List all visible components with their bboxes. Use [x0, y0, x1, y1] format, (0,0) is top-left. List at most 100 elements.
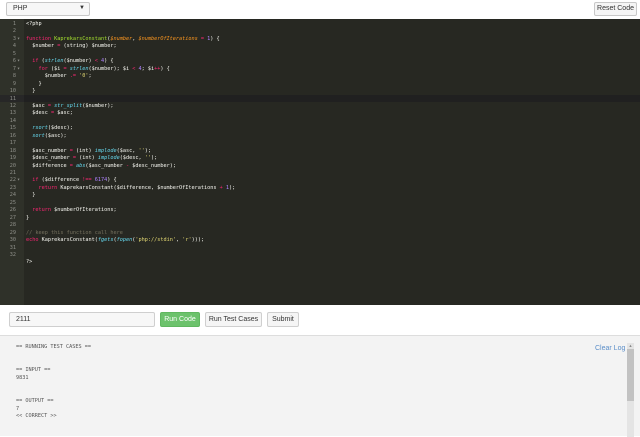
- scroll-up-icon[interactable]: ▲: [627, 343, 634, 348]
- code-line[interactable]: 5: [0, 51, 640, 59]
- code-text: $asc_number = (int) implode($asc, '');: [26, 147, 151, 154]
- output-console: == RUNNING TEST CASES == == INPUT == 9831 =…: [0, 335, 640, 437]
- console-line: == INPUT ==: [16, 367, 51, 374]
- code-line[interactable]: 3 ▾ function KaprekarsConstant($number, $n…: [0, 36, 640, 44]
- code-text: }: [26, 192, 36, 199]
- line-number: 1: [12, 21, 16, 27]
- run-controls: 2111 Run Code Run Test Cases Submit: [0, 305, 640, 335]
- fold-toggle-icon[interactable]: ▾: [17, 177, 20, 185]
- code-line[interactable]: 16 sort($asc);: [0, 133, 640, 141]
- line-number: 17: [9, 140, 16, 147]
- code-text: }: [26, 80, 42, 87]
- console-line: 7: [16, 405, 20, 412]
- line-number: 15: [9, 125, 16, 132]
- code-line[interactable]: 25: [0, 200, 640, 208]
- code-line[interactable]: 4 $number = (string) $number;: [0, 43, 640, 51]
- code-line[interactable]: 30 echo KaprekarsConstant(fgets(fopen('ph…: [0, 237, 640, 245]
- code-text: $desc_number = (int) implode($desc, '');: [26, 155, 158, 162]
- language-select[interactable]: PHP ▼: [6, 2, 90, 16]
- code-line[interactable]: 10 }: [0, 88, 640, 96]
- reset-code-button[interactable]: Reset Code: [594, 2, 637, 16]
- code-text: }: [26, 88, 36, 95]
- code-line[interactable]: 27}: [0, 215, 640, 223]
- code-editor[interactable]: 1 <?php 2 3 ▾ function KaprekarsConstant($num…: [0, 19, 640, 305]
- code-line[interactable]: 29 // keep this function call here: [0, 230, 640, 238]
- code-text: $desc = $asc;: [26, 110, 73, 117]
- scroll-thumb[interactable]: [627, 349, 634, 401]
- submit-button[interactable]: Submit: [267, 312, 299, 327]
- code-text: // keep this function call here: [26, 229, 123, 236]
- console-scrollbar[interactable]: ▲: [627, 343, 634, 437]
- console-line: << CORRECT >>: [16, 413, 57, 420]
- line-number: 19: [9, 155, 16, 162]
- line-number: 20: [9, 162, 16, 169]
- code-line[interactable]: 31: [0, 245, 640, 253]
- line-number: 7: [12, 65, 16, 72]
- line-number: 29: [9, 229, 16, 236]
- code-line[interactable]: 24 }: [0, 192, 640, 200]
- code-line[interactable]: 17: [0, 140, 640, 148]
- line-number: 10: [9, 88, 16, 95]
- line-number: 25: [9, 199, 16, 206]
- code-line[interactable]: 11: [0, 96, 640, 104]
- run-code-button[interactable]: Run Code: [160, 312, 200, 327]
- line-number: 31: [9, 244, 16, 251]
- code-text: }: [26, 214, 30, 221]
- code-line[interactable]: 9 }: [0, 81, 640, 89]
- code-line[interactable]: 2: [0, 28, 640, 36]
- code-text: function KaprekarsConstant($number, $num…: [26, 35, 220, 42]
- code-line[interactable]: 18 $asc_number = (int) implode($asc, '')…: [0, 148, 640, 156]
- line-number: 30: [9, 237, 16, 244]
- code-line[interactable]: 1 <?php: [0, 21, 640, 29]
- code-line[interactable]: 20 $difference = abs($asc_number - $desc…: [0, 163, 640, 171]
- code-line[interactable]: 22 ▾ if ($difference !== 6174) {: [0, 177, 640, 185]
- line-number: 27: [9, 214, 16, 221]
- code-text: return KaprekarsConstant($difference, $n…: [38, 184, 236, 191]
- code-text: $number = (string) $number;: [26, 43, 117, 50]
- code-text: $asc = str_split($number);: [26, 102, 114, 109]
- run-test-cases-button[interactable]: Run Test Cases: [205, 312, 262, 327]
- line-number: 16: [9, 132, 16, 139]
- code-line[interactable]: ?>: [0, 259, 640, 267]
- code-text: sort($asc);: [32, 132, 67, 139]
- line-number: 5: [12, 50, 16, 57]
- code-line[interactable]: 32: [0, 252, 640, 260]
- fold-toggle-icon[interactable]: ▾: [17, 66, 20, 74]
- code-text: rsort($desc);: [32, 125, 73, 132]
- console-line: 9831: [16, 374, 29, 381]
- line-number: 6: [12, 58, 16, 65]
- code-line[interactable]: 13 $desc = $asc;: [0, 110, 640, 118]
- code-text: return $numberOfIterations;: [32, 207, 117, 214]
- language-select-value: PHP: [13, 5, 28, 12]
- code-line[interactable]: 23 return KaprekarsConstant($difference,…: [0, 185, 640, 193]
- custom-input-field[interactable]: 2111: [9, 312, 155, 327]
- code-line[interactable]: 6 ▾ if (strlen($number) < 4) {: [0, 58, 640, 66]
- line-number: 24: [9, 192, 16, 199]
- code-line[interactable]: 7 ▾ for ($i = strlen($number); $i < 4; $i…: [0, 66, 640, 74]
- code-line[interactable]: 8 $number .= '0';: [0, 73, 640, 81]
- line-number: 28: [9, 222, 16, 229]
- code-line[interactable]: 14: [0, 118, 640, 126]
- top-toolbar: PHP ▼ Reset Code: [0, 0, 640, 19]
- clear-log-link[interactable]: Clear Log: [595, 345, 625, 352]
- code-text: <?php: [26, 21, 42, 27]
- code-line[interactable]: 19 $desc_number = (int) implode($desc, '…: [0, 155, 640, 163]
- line-number: 12: [9, 102, 16, 109]
- line-number: 8: [12, 73, 16, 80]
- line-number: 13: [9, 110, 16, 117]
- code-line[interactable]: 21: [0, 170, 640, 178]
- code-line[interactable]: 15 rsort($desc);: [0, 125, 640, 133]
- code-text: for ($i = strlen($number); $i < 4; $i++)…: [38, 65, 170, 72]
- console-line: == RUNNING TEST CASES ==: [16, 344, 91, 350]
- line-number: 3: [12, 35, 16, 42]
- code-text: $number .= '0';: [26, 73, 92, 80]
- fold-toggle-icon[interactable]: ▾: [17, 36, 20, 44]
- code-line[interactable]: 12 $asc = str_split($number);: [0, 103, 640, 111]
- fold-toggle-icon[interactable]: ▾: [17, 58, 20, 66]
- line-number: 2: [12, 28, 16, 35]
- code-text: echo KaprekarsConstant(fgets(fopen('php:…: [26, 237, 205, 244]
- line-number: 4: [12, 43, 16, 50]
- code-line[interactable]: 26 return $numberOfIterations;: [0, 207, 640, 215]
- code-line[interactable]: 28: [0, 222, 640, 230]
- line-number: 22: [9, 177, 16, 184]
